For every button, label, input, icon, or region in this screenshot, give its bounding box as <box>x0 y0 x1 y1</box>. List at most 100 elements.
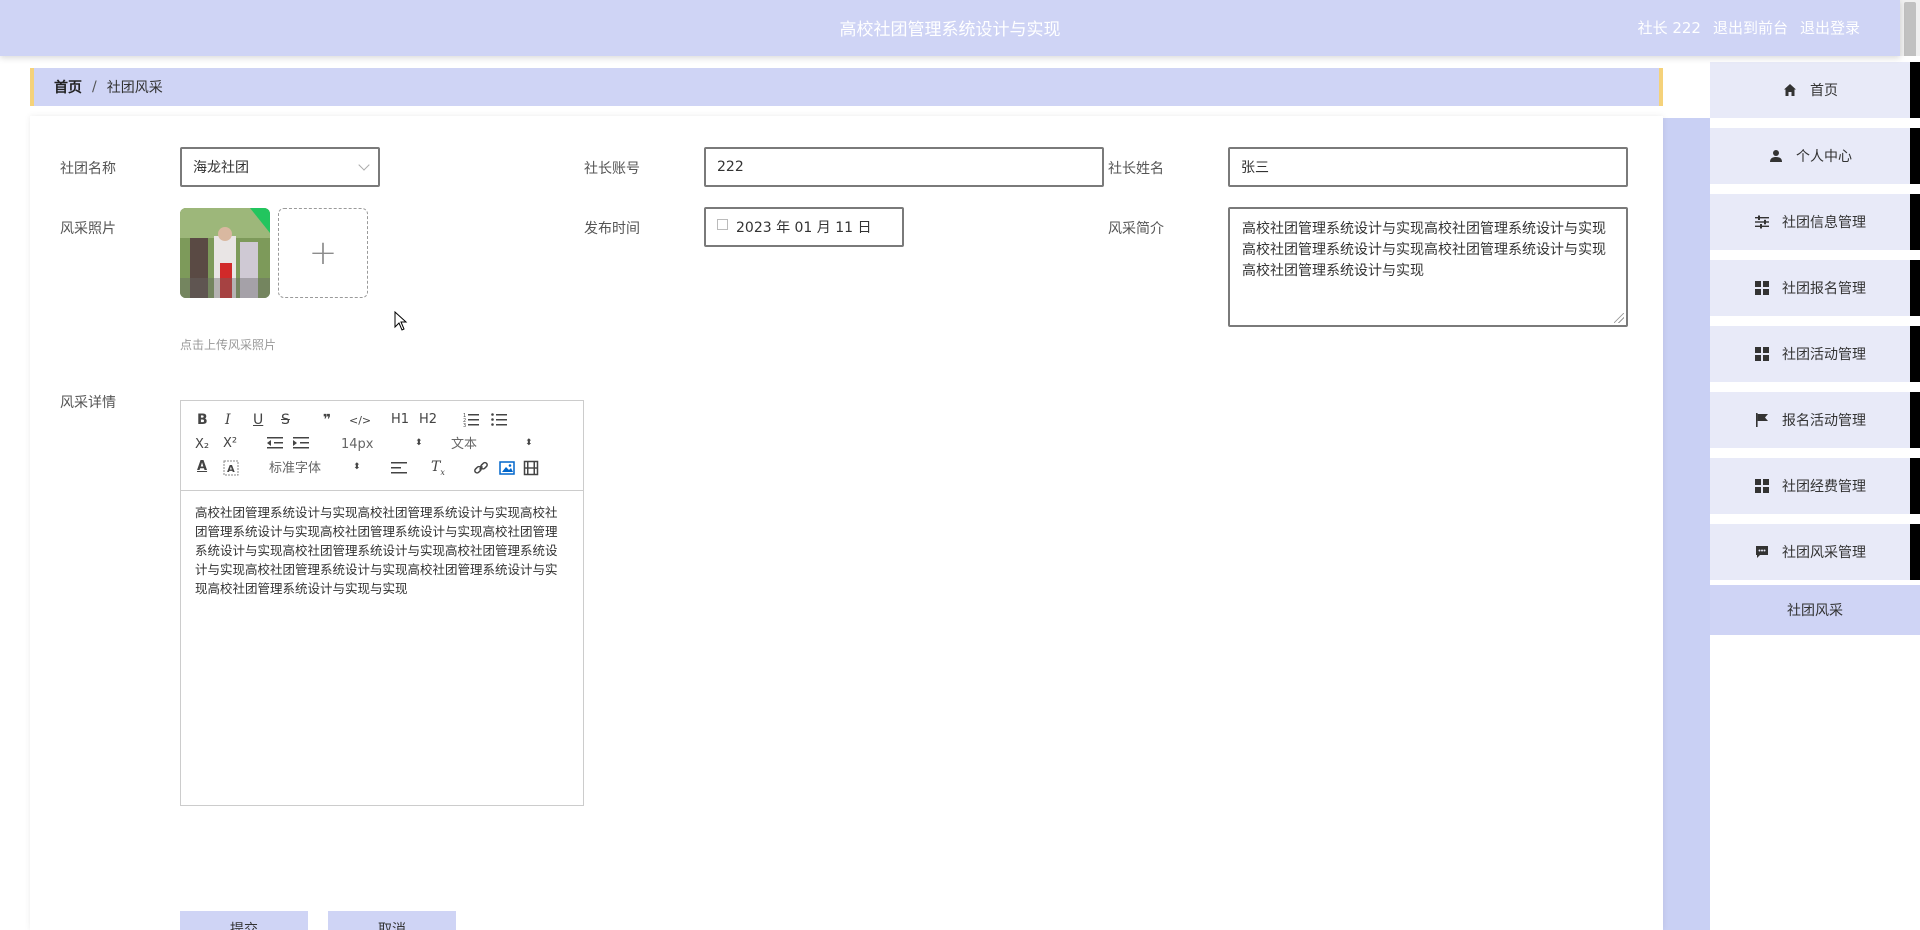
link-icon[interactable] <box>473 460 489 479</box>
sidebar-item-profile[interactable]: 个人中心 <box>1710 128 1920 184</box>
outdent-icon[interactable] <box>267 435 283 454</box>
sidebar-item-showcase-management[interactable]: 社团风采管理 <box>1710 524 1920 580</box>
submit-button[interactable]: 提交 <box>180 911 308 930</box>
code-block-button[interactable]: </> <box>349 415 371 426</box>
editor-toolbar: B I U S ❞ </> H1 H2 123 X₂ X² 14px ⬍ 文本 … <box>181 401 583 491</box>
sidebar-item-label: 社团活动管理 <box>1782 347 1866 363</box>
home-icon <box>1782 82 1798 98</box>
sidebar-item-label: 个人中心 <box>1796 149 1852 165</box>
rich-text-editor: B I U S ❞ </> H1 H2 123 X₂ X² 14px ⬍ 文本 … <box>180 400 584 806</box>
select-arrows-icon: ⬍ <box>525 438 533 448</box>
breadcrumb-current: 社团风采 <box>106 80 163 96</box>
cancel-button[interactable]: 取消 <box>328 911 456 930</box>
flag-icon <box>1754 412 1770 428</box>
back-to-frontend-link[interactable]: 退出到前台 <box>1713 17 1788 38</box>
sidebar-item-label: 社团报名管理 <box>1782 281 1866 297</box>
user-icon <box>1768 148 1784 164</box>
publish-time-picker[interactable]: 2023 年 01 月 11 日 <box>704 207 904 247</box>
font-color-icon[interactable]: A <box>197 460 207 473</box>
club-name-label: 社团名称 <box>60 161 116 177</box>
sidebar-edge-bar <box>1910 62 1920 118</box>
grid-icon <box>1754 280 1770 296</box>
font-size-select[interactable]: 14px ⬍ <box>341 438 423 451</box>
sidebar-item-funds[interactable]: 社团经费管理 <box>1710 458 1920 514</box>
svg-text:3: 3 <box>463 423 466 427</box>
sidebar-item-activities[interactable]: 社团活动管理 <box>1710 326 1920 382</box>
breadcrumb-home[interactable]: 首页 <box>54 77 82 97</box>
strike-button[interactable]: S <box>281 413 290 427</box>
resize-handle-icon[interactable] <box>1614 313 1624 323</box>
sidebar-edge-bar <box>1910 194 1920 250</box>
bold-button[interactable]: B <box>197 413 208 427</box>
header-value: 文本 <box>451 437 478 452</box>
sidebar-item-registration[interactable]: 社团报名管理 <box>1710 260 1920 316</box>
leader-account-value: 222 <box>717 159 744 175</box>
uploaded-photo-thumbnail[interactable] <box>180 208 270 298</box>
subscript-button[interactable]: X₂ <box>195 438 209 451</box>
sidebar: 首页 个人中心 社团信息管理 社团报名管理 社团活动管理 报名活动管理 社团经费… <box>1710 56 1920 930</box>
blockquote-button[interactable]: ❞ <box>323 413 331 427</box>
select-arrows-icon: ⬍ <box>353 462 361 472</box>
sidebar-edge-bar <box>1910 326 1920 382</box>
mouse-cursor-icon <box>394 311 408 331</box>
intro-textarea[interactable]: 高校社团管理系统设计与实现高校社团管理系统设计与实现高校社团管理系统设计与实现高… <box>1228 207 1628 327</box>
sidebar-item-activity-registration[interactable]: 报名活动管理 <box>1710 392 1920 448</box>
sliders-icon <box>1754 214 1770 230</box>
leader-name-input[interactable]: 张三 <box>1228 147 1628 187</box>
image-icon[interactable] <box>499 460 515 479</box>
sidebar-item-club-info[interactable]: 社团信息管理 <box>1710 194 1920 250</box>
photo-label: 风采照片 <box>60 221 116 237</box>
grid-icon <box>1754 346 1770 362</box>
leader-account-input[interactable]: 222 <box>704 147 1104 187</box>
bullet-list-icon[interactable] <box>491 411 507 430</box>
plus-icon: + <box>308 233 338 273</box>
font-size-value: 14px <box>341 437 374 452</box>
h2-button[interactable]: H2 <box>419 413 437 426</box>
publish-time-label: 发布时间 <box>584 221 640 237</box>
font-family-select[interactable]: 标准字体 ⬍ <box>269 462 369 475</box>
sidebar-edge-bar <box>1910 392 1920 448</box>
breadcrumb-separator: / <box>92 79 97 95</box>
leader-name-label: 社长姓名 <box>1108 161 1164 177</box>
logout-link[interactable]: 退出登录 <box>1800 17 1860 38</box>
sidebar-edge-bar <box>1910 524 1920 580</box>
club-name-select[interactable]: 海龙社团 <box>180 147 380 187</box>
photo-upload-button[interactable]: + <box>278 208 368 298</box>
intro-value: 高校社团管理系统设计与实现高校社团管理系统设计与实现高校社团管理系统设计与实现高… <box>1242 221 1606 279</box>
user-label: 社长 222 <box>1637 19 1701 37</box>
header-select[interactable]: 文本 ⬍ <box>451 438 533 451</box>
breadcrumb: 首页 / 社团风采 <box>30 68 1663 106</box>
leader-account-label: 社长账号 <box>584 161 640 177</box>
video-icon[interactable] <box>523 460 539 479</box>
detail-label: 风采详情 <box>60 395 116 411</box>
leader-name-value: 张三 <box>1241 160 1269 176</box>
top-header: 高校社团管理系统设计与实现 社长 222 退出到前台 退出登录 <box>0 0 1900 56</box>
sidebar-item-label: 社团风采管理 <box>1782 545 1866 561</box>
svg-text:A: A <box>227 464 235 475</box>
photo-upload-hint: 点击上传风采照片 <box>180 338 277 352</box>
clear-format-icon[interactable]: Tx <box>431 460 445 477</box>
scrollbar-thumb[interactable] <box>1904 2 1916 58</box>
ordered-list-icon[interactable]: 123 <box>463 411 479 430</box>
sidebar-subitem-showcase[interactable]: 社团风采 <box>1710 585 1920 635</box>
sidebar-item-home[interactable]: 首页 <box>1710 62 1920 118</box>
superscript-button[interactable]: X² <box>223 437 237 450</box>
underline-button[interactable]: U <box>253 413 263 427</box>
editor-content[interactable]: 高校社团管理系统设计与实现高校社团管理系统设计与实现高校社团管理系统设计与实现高… <box>181 491 583 610</box>
sidebar-item-label: 社团信息管理 <box>1782 215 1866 231</box>
italic-button[interactable]: I <box>225 413 231 427</box>
sidebar-edge-bar <box>1910 128 1920 184</box>
background-color-icon[interactable]: A <box>223 460 239 479</box>
sidebar-item-label: 报名活动管理 <box>1782 413 1866 429</box>
publish-time-value: 2023 年 01 月 11 日 <box>736 220 872 236</box>
grid-icon <box>1754 478 1770 494</box>
form-card: 社团名称 海龙社团 社长账号 222 社长姓名 张三 风采照片 + 点击上传风采… <box>30 116 1663 930</box>
h1-button[interactable]: H1 <box>391 413 409 426</box>
align-icon[interactable] <box>391 460 407 479</box>
app-title: 高校社团管理系统设计与实现 <box>839 20 1061 40</box>
indent-icon[interactable] <box>293 435 309 454</box>
font-family-value: 标准字体 <box>269 461 322 476</box>
sidebar-item-label: 社团经费管理 <box>1782 479 1866 495</box>
sidebar-item-label: 首页 <box>1810 83 1838 99</box>
comment-icon <box>1754 544 1770 560</box>
